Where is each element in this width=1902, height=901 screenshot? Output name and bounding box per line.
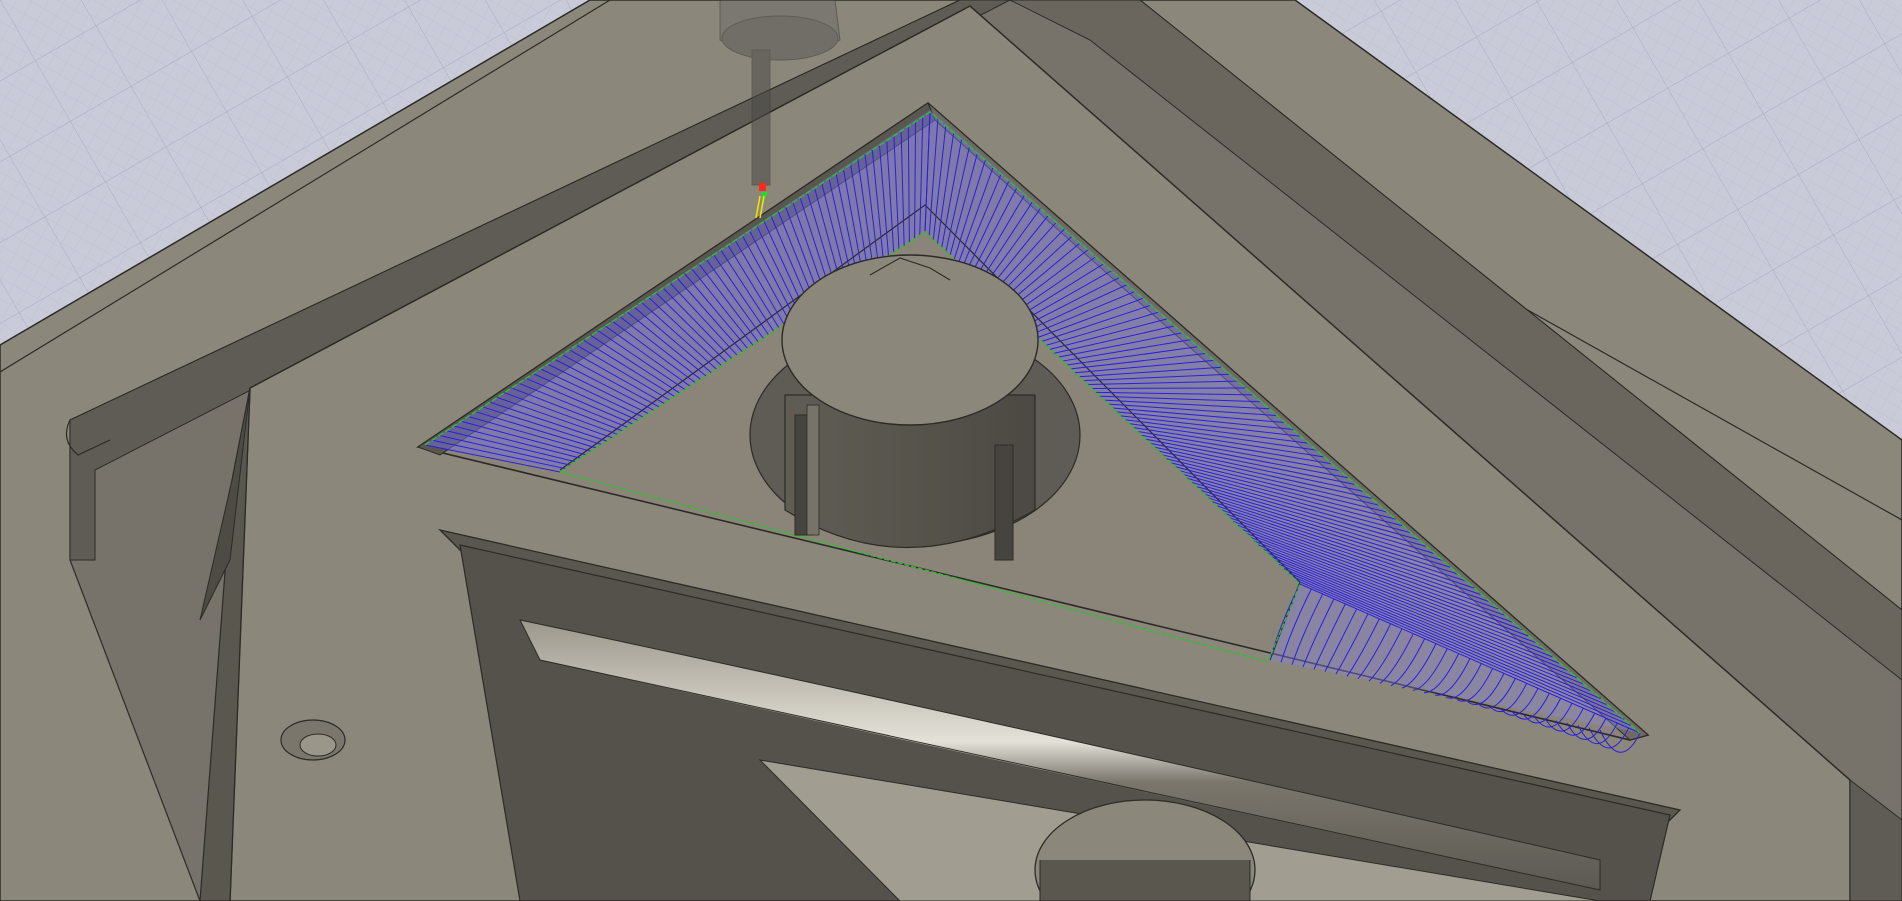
cam-simulation-scene[interactable] bbox=[0, 0, 1902, 901]
counterbore-hole bbox=[280, 719, 346, 761]
3d-viewport[interactable] bbox=[0, 0, 1902, 901]
